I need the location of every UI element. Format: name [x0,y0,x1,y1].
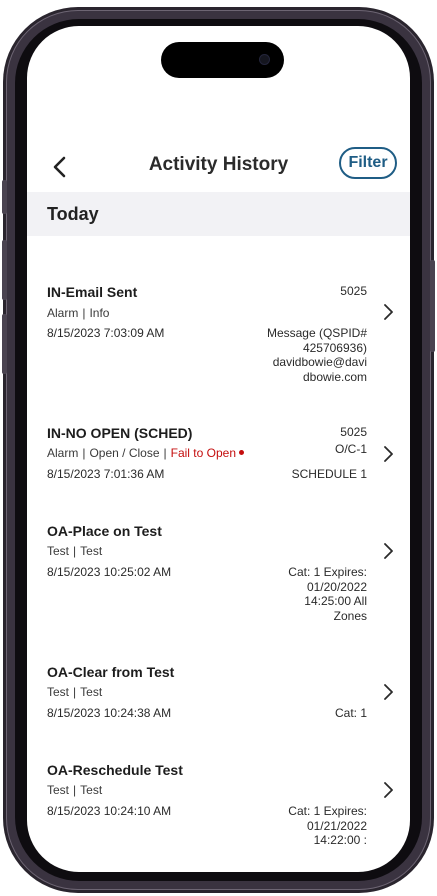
activity-row[interactable]: OA-Place on Test Test | Test 8/15/2023 10:… [27,488,410,628]
tag-label: Test [80,544,103,558]
volume-up-button [2,240,7,300]
activity-row[interactable]: IN-NO OPEN (SCHED) 5025 Alarm | Open / Clo… [27,378,410,488]
activity-row[interactable]: OA-Reschedule Test Test | Test 8/15/2023 1… [27,726,410,856]
action-button [2,180,7,214]
alert-dot-icon [239,450,245,455]
activity-tags: Alarm | Open / Close | Fail to Open [47,446,245,460]
tag-label: Open / Close [89,446,160,460]
tag-label: Test [47,783,70,797]
chevron-right-icon [384,782,393,798]
status-label: Fail to Open [170,446,237,460]
tag-label: Test [47,685,70,699]
section-header: Today [27,192,410,236]
tag-label: Test [47,544,70,558]
activity-tags: Test | Test [47,685,103,699]
tag-label: Alarm [47,306,79,320]
activity-title: OA-Reschedule Test [47,762,183,778]
filter-button[interactable]: Filter [339,147,397,179]
activity-timestamp: 8/15/2023 7:01:36 AM [47,467,165,481]
activity-tags: Test | Test [47,544,103,558]
activity-detail: Cat: 1 [334,706,367,720]
activity-row[interactable]: IN-Email Sent 5025 Alarm | Info 8/15/2023 … [27,236,410,384]
activity-row[interactable]: OA-Clear from Test Test | Test 8/15/2023 1… [27,628,410,726]
activity-timestamp: 8/15/2023 10:24:38 AM [47,706,172,720]
chevron-right-icon [384,684,393,700]
activity-title: OA-Place on Test [47,523,162,539]
tag-label: Test [80,685,103,699]
activity-zone: O/C-1 [334,442,367,456]
tag-label: Alarm [47,446,79,460]
activity-code: 5025 [340,284,367,298]
activity-tags: Alarm | Info [47,306,110,320]
activity-timestamp: 8/15/2023 10:25:02 AM [47,565,172,579]
activity-timestamp: 8/15/2023 7:03:09 AM [47,326,165,340]
activity-detail: Message (QSPID# 425706936) davidbowie@da… [266,326,367,384]
activity-title: IN-Email Sent [47,284,138,300]
chevron-right-icon [384,446,393,462]
camera-icon [259,54,270,65]
activity-detail: Cat: 1 Expires: 01/20/2022 14:25:00 All … [288,565,367,623]
activity-detail: SCHEDULE 1 [291,467,367,481]
activity-title: IN-NO OPEN (SCHED) [47,425,193,441]
navigation-bar: Activity History Filter [27,142,410,192]
volume-down-button [2,314,7,374]
tag-label: Test [80,783,103,797]
activity-detail: Cat: 1 Expires: 01/21/2022 14:22:00 : [288,804,367,847]
dynamic-island [161,42,284,78]
chevron-right-icon [384,543,393,559]
activity-timestamp: 8/15/2023 10:24:10 AM [47,804,172,818]
chevron-right-icon [384,304,393,320]
activity-code: 5025 [340,425,367,439]
tag-label: Info [89,306,110,320]
section-label: Today [47,204,99,224]
activity-tags: Test | Test [47,783,103,797]
power-button [430,260,435,352]
app-screen: Activity History Filter Today IN-Email S… [27,26,410,872]
activity-title: OA-Clear from Test [47,664,175,680]
